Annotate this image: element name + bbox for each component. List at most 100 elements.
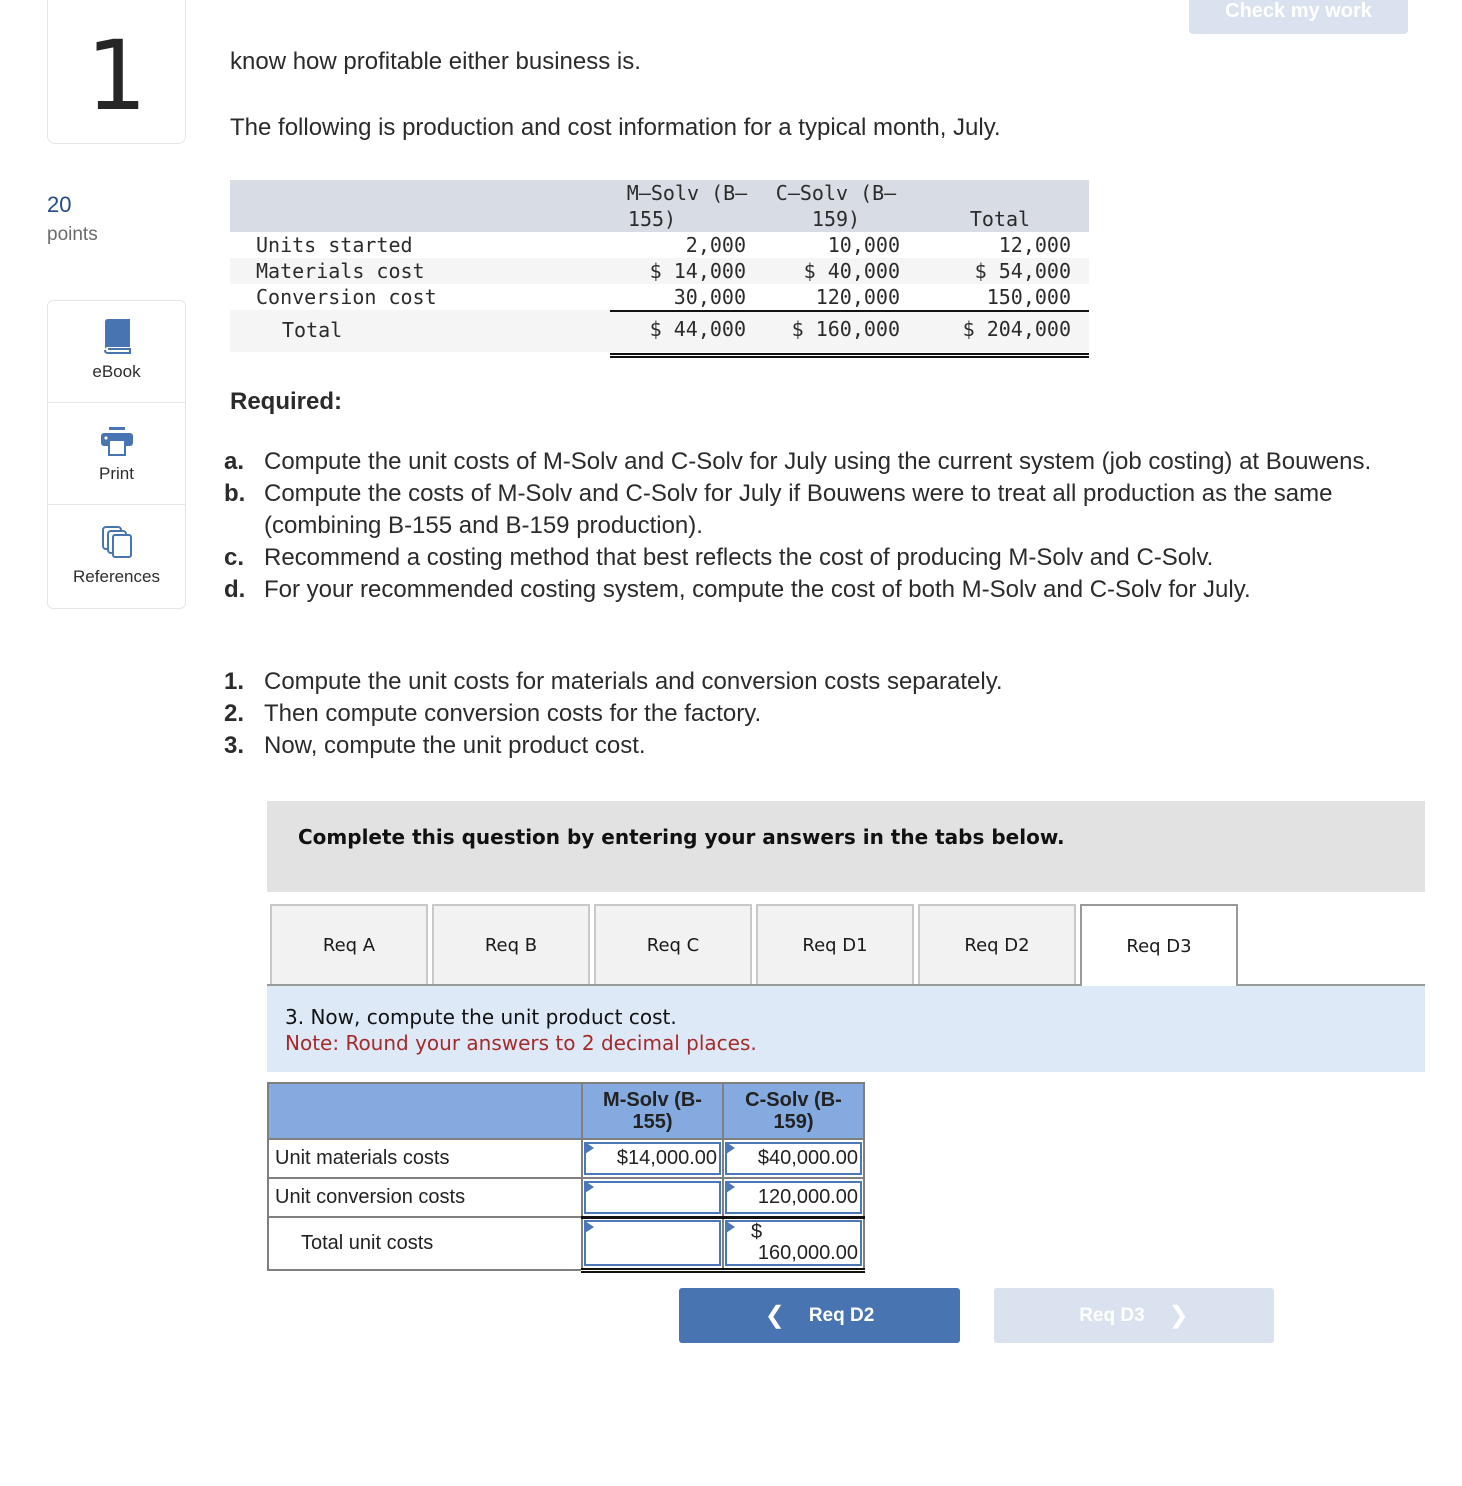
references-button[interactable]: References [48, 505, 185, 607]
next-label: Req D3 [1079, 1304, 1145, 1326]
input-value: 14,000.00 [628, 1147, 717, 1169]
cell-total: 150,000 [986, 285, 1071, 309]
header-m-solv-line1: M–Solv (B– [626, 181, 748, 205]
requirement-d: d. For your recommended costing system, c… [224, 574, 1424, 606]
cell-c-solv: 10,000 [827, 233, 900, 257]
flag-icon [585, 1181, 594, 1193]
printer-icon [100, 427, 133, 456]
total-double-rule [610, 353, 1089, 358]
answer-row-total: Total unit costs $ 160,000.00 [267, 1215, 865, 1273]
answer-header-c-solv-line2: 159) [773, 1111, 814, 1133]
step-3: 3. Now, compute the unit product cost. [224, 730, 1003, 762]
table-row-total: Total $ 44,000 $ 160,000 $ 204,000 [230, 310, 1089, 358]
c-solv-conversion-cell: 120,000.00 [722, 1177, 865, 1218]
print-button[interactable]: Print [48, 403, 185, 505]
c-solv-total-input[interactable]: $ 160,000.00 [725, 1220, 862, 1266]
answer-header-blank [267, 1082, 583, 1140]
row-label: Conversion cost [256, 285, 437, 309]
steps-list: 1. Compute the unit costs for materials a… [224, 666, 1003, 762]
header-c-solv-line2: 159) [811, 207, 861, 231]
print-label: Print [99, 464, 134, 483]
input-value: 40,000.00 [769, 1147, 858, 1169]
tab-req-c[interactable]: Req C [594, 904, 752, 984]
row-label: Total unit costs [267, 1216, 583, 1271]
next-req-d3-button[interactable]: Req D3 ❯ [994, 1288, 1274, 1343]
documents-icon [101, 526, 132, 558]
answer-row-conversion: Unit conversion costs 120,000.00 [267, 1177, 865, 1218]
flag-icon [726, 1220, 735, 1233]
m-solv-materials-cell: $14,000.00 [581, 1138, 724, 1179]
table-header: M–Solv (B– 155) C–Solv (B– 159) Total [230, 180, 1089, 232]
intro-text-1: know how profitable either business is. [230, 48, 641, 75]
references-label: References [73, 567, 160, 586]
m-solv-total-cell [581, 1215, 724, 1273]
tab-req-d1[interactable]: Req D1 [756, 904, 914, 984]
check-my-work-button[interactable]: Check my work [1189, 0, 1408, 34]
input-value: 160,000.00 [757, 1242, 858, 1264]
marker: b. [224, 480, 246, 507]
answer-header-m-solv-line1: M-Solv (B- [603, 1089, 702, 1111]
flag-icon [585, 1220, 594, 1233]
table-row: Conversion cost 30,000 120,000 150,000 [230, 284, 1089, 310]
answer-header-c-solv-line1: C-Solv (B- [745, 1089, 842, 1111]
header-total: Total [969, 207, 1031, 231]
flag-icon [585, 1142, 594, 1154]
tab-req-b[interactable]: Req B [432, 904, 590, 984]
prev-label: Req D2 [808, 1304, 875, 1326]
row-label: Materials cost [256, 259, 425, 283]
cell-total: $ 204,000 [962, 317, 1071, 341]
chevron-left-icon: ❮ [764, 1302, 785, 1329]
step-text: Now, compute the unit product cost. [264, 732, 646, 759]
requirement-a: a. Compute the unit costs of M-Solv and C… [224, 446, 1424, 478]
flag-icon [726, 1142, 735, 1154]
answer-header-m-solv-line2: 155) [632, 1111, 673, 1133]
book-icon [103, 319, 131, 354]
ebook-button[interactable]: eBook [48, 301, 185, 403]
m-solv-materials-input[interactable]: $14,000.00 [584, 1142, 721, 1175]
question-number: 1 [85, 20, 148, 132]
points-value: 20 [47, 192, 72, 217]
c-solv-conversion-input[interactable]: 120,000.00 [725, 1180, 862, 1214]
cell-total: 12,000 [998, 233, 1071, 257]
flag-icon [726, 1181, 735, 1193]
marker: 1. [224, 668, 245, 695]
row-label: Unit conversion costs [267, 1177, 583, 1218]
step-2: 2. Then compute conversion costs for the … [224, 698, 1003, 730]
row-label: Unit materials costs [267, 1138, 583, 1179]
tab-req-d3[interactable]: Req D3 [1080, 904, 1238, 986]
chevron-right-icon: ❯ [1168, 1302, 1189, 1329]
m-solv-total-input[interactable] [584, 1220, 721, 1266]
step-1: 1. Compute the unit costs for materials a… [224, 666, 1003, 698]
m-solv-conversion-input[interactable] [584, 1180, 721, 1214]
cell-c-solv: 120,000 [815, 285, 900, 309]
points-label: points [47, 224, 98, 245]
cell-m-solv: $ 44,000 [649, 317, 746, 341]
c-solv-materials-input[interactable]: $40,000.00 [725, 1142, 862, 1175]
currency-symbol: $ [757, 1147, 770, 1169]
requirement-c: c. Recommend a costing method that best r… [224, 542, 1424, 574]
marker: a. [224, 448, 245, 475]
requirement-text: Compute the unit costs of M-Solv and C-S… [264, 448, 1372, 475]
requirement-text: Compute the costs of M-Solv and C-Solv f… [264, 480, 1333, 539]
table-row: Units started 2,000 10,000 12,000 [230, 232, 1089, 258]
tab-req-a[interactable]: Req A [270, 904, 428, 984]
step-text: Then compute conversion costs for the fa… [264, 700, 762, 727]
tools-panel: eBook Print References [47, 300, 186, 609]
question-number-box: 1 [47, 0, 186, 144]
requirement-text: Recommend a costing method that best ref… [264, 544, 1214, 571]
cell-c-solv: $ 40,000 [803, 259, 900, 283]
table-row: Materials cost $ 14,000 $ 40,000 $ 54,00… [230, 258, 1089, 284]
header-c-solv-line1: C–Solv (B– [775, 181, 897, 205]
intro-text-2: The following is production and cost inf… [230, 114, 1001, 141]
input-value: 120,000.00 [757, 1185, 858, 1208]
marker: d. [224, 576, 246, 603]
panel-note: Note: Round your answers to 2 decimal pl… [285, 1031, 757, 1055]
prev-req-d2-button[interactable]: ❮ Req D2 [679, 1288, 960, 1343]
tab-req-d2[interactable]: Req D2 [918, 904, 1076, 984]
marker: c. [224, 544, 245, 571]
row-label: Units started [256, 233, 413, 257]
requirements-list: a. Compute the unit costs of M-Solv and C… [224, 446, 1424, 606]
step-text: Compute the unit costs for materials and… [264, 668, 1003, 695]
m-solv-conversion-cell [581, 1177, 724, 1218]
marker: 3. [224, 732, 245, 759]
